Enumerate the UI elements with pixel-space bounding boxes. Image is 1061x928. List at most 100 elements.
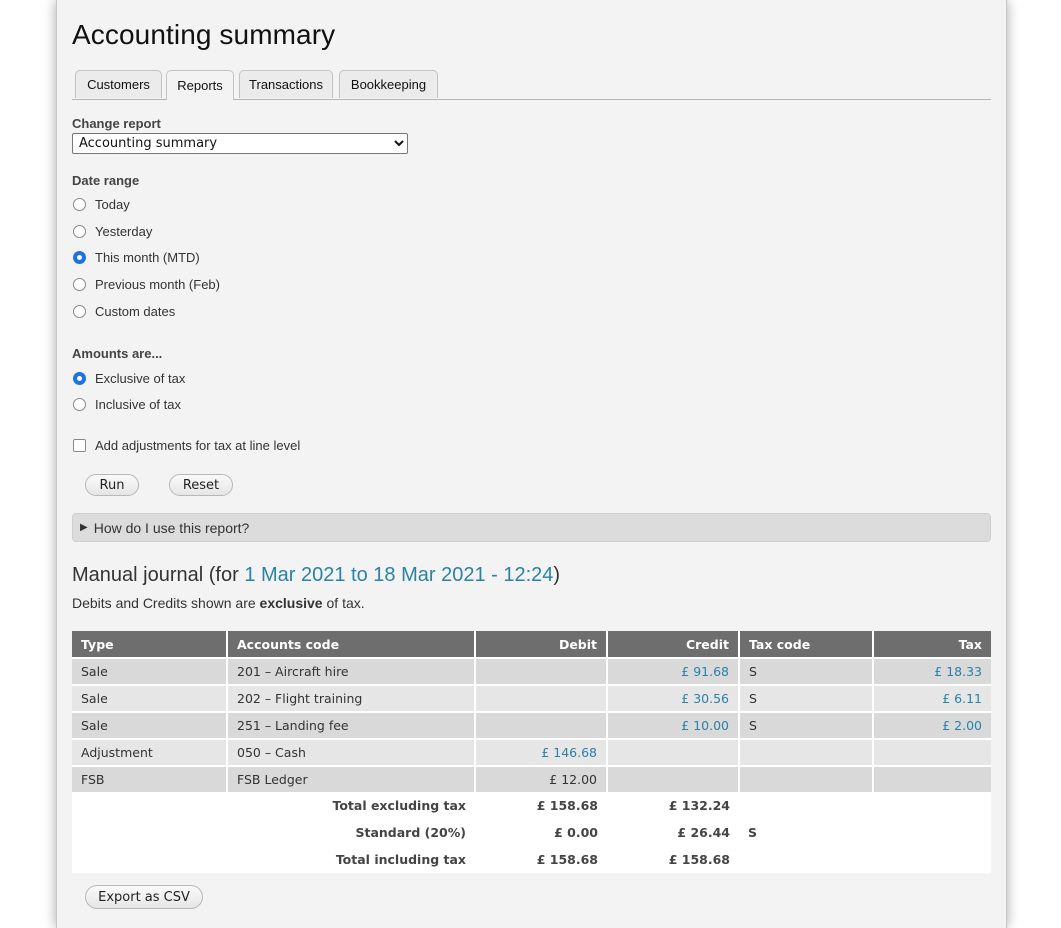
radio-custom-dates[interactable]: Custom dates [72, 304, 175, 319]
table-row: Adjustment 050 – Cash £ 146.68 [72, 738, 991, 766]
cell-tax: £ 6.11 [873, 684, 991, 712]
totals-credit: £ 132.24 [607, 792, 739, 819]
cell-tax: £ 2.00 [873, 711, 991, 739]
col-header-tax[interactable]: Tax [873, 631, 991, 658]
col-header-tax-code[interactable]: Tax code [739, 631, 874, 658]
cell-debit [475, 711, 608, 739]
totals-debit: £ 158.68 [475, 792, 607, 819]
radio-label: Custom dates [95, 304, 176, 319]
cell-debit [475, 684, 608, 712]
totals-debit: £ 0.00 [475, 819, 607, 846]
disclosure-triangle-icon: ▶ [80, 522, 88, 533]
cell-accounts-code: FSB Ledger [227, 765, 476, 792]
totals-spacer [873, 846, 991, 873]
tab-transactions[interactable]: Transactions [239, 70, 333, 98]
cell-debit: £ 146.68 [475, 738, 608, 766]
col-header-type[interactable]: Type [72, 631, 228, 658]
cell-type: Sale [72, 711, 228, 739]
cell-credit: £ 30.56 [607, 684, 740, 712]
col-header-credit[interactable]: Credit [607, 631, 740, 658]
cell-tax [873, 738, 991, 766]
adjustments-checkbox[interactable] [73, 439, 86, 452]
totals-spacer [72, 792, 227, 819]
radio-label: Yesterday [95, 224, 153, 239]
report-note: Debits and Credits shown are exclusive o… [72, 595, 365, 611]
col-header-debit[interactable]: Debit [475, 631, 608, 658]
radio-exclusive-tax[interactable]: Exclusive of tax [72, 371, 185, 386]
heading-prefix: Manual journal (for [72, 564, 245, 586]
amount-link[interactable]: £ 91.68 [681, 664, 729, 679]
adjustments-checkbox-row[interactable]: Add adjustments for tax at line level [72, 438, 300, 453]
totals-debit: £ 158.68 [475, 846, 607, 873]
note-prefix: Debits and Credits shown are [72, 595, 260, 611]
amount-link[interactable]: £ 146.68 [541, 745, 597, 760]
radio-label: This month (MTD) [95, 250, 200, 265]
cell-tax-code: S [739, 684, 874, 712]
table-row: FSB FSB Ledger £ 12.00 [72, 765, 991, 792]
page-title: Accounting summary [72, 19, 336, 50]
amount-link[interactable]: £ 10.00 [681, 718, 729, 733]
tab-customers[interactable]: Customers [75, 70, 162, 98]
totals-row: Total including tax £ 158.68 £ 158.68 [72, 846, 991, 873]
report-select[interactable]: Accounting summary [72, 133, 408, 154]
radio-label: Previous month (Feb) [95, 277, 220, 292]
help-disclosure[interactable]: ▶ How do I use this report? [72, 513, 991, 542]
totals-credit: £ 158.68 [607, 846, 739, 873]
cell-credit [607, 738, 740, 766]
radio-inclusive-tax[interactable]: Inclusive of tax [72, 397, 181, 412]
page-panel: Accounting summary Customers Reports Tra… [56, 0, 1007, 928]
reset-button[interactable]: Reset [169, 474, 233, 496]
totals-row: Total excluding tax £ 158.68 £ 132.24 [72, 792, 991, 819]
date-range-label: Date range [72, 173, 140, 188]
radio-button[interactable] [73, 198, 86, 211]
totals-label: Total excluding tax [227, 792, 475, 819]
cell-credit [607, 765, 740, 792]
cell-type: Sale [72, 684, 228, 712]
radio-button-checked[interactable] [73, 372, 86, 385]
radio-button[interactable] [73, 305, 86, 318]
cell-tax-code [739, 738, 874, 766]
cell-tax [873, 765, 991, 792]
cell-tax-code: S [739, 711, 874, 739]
totals-label: Total including tax [227, 846, 475, 873]
amount-link[interactable]: £ 2.00 [942, 718, 982, 733]
radio-label: Exclusive of tax [95, 371, 186, 386]
cell-credit: £ 91.68 [607, 657, 740, 685]
cell-accounts-code: 050 – Cash [227, 738, 476, 766]
radio-today[interactable]: Today [72, 197, 130, 212]
amounts-label: Amounts are... [72, 346, 163, 361]
heading-suffix: ) [553, 564, 561, 586]
report-date-range: 1 Mar 2021 to 18 Mar 2021 - 12:24 [244, 564, 554, 586]
totals-spacer [72, 846, 227, 873]
totals-credit: £ 26.44 [607, 819, 739, 846]
col-header-accounts-code[interactable]: Accounts code [227, 631, 476, 658]
radio-this-month[interactable]: This month (MTD) [72, 250, 200, 265]
run-button[interactable]: Run [85, 474, 139, 496]
table-row: Sale 202 – Flight training £ 30.56 S £ 6.11 [72, 684, 991, 712]
totals-spacer [873, 819, 991, 846]
cell-type: Sale [72, 657, 228, 685]
cell-debit [475, 657, 608, 685]
cell-tax-code: S [739, 657, 874, 685]
tab-bar: Customers Reports Transactions Bookkeepi… [72, 70, 991, 100]
tab-reports[interactable]: Reports [166, 70, 234, 100]
radio-yesterday[interactable]: Yesterday [72, 224, 152, 239]
radio-button-checked[interactable] [73, 251, 86, 264]
radio-button[interactable] [73, 398, 86, 411]
radio-button[interactable] [73, 225, 86, 238]
amount-link[interactable]: £ 6.11 [942, 691, 982, 706]
radio-previous-month[interactable]: Previous month (Feb) [72, 277, 220, 292]
totals-tax-code [739, 846, 873, 873]
totals-row: Standard (20%) £ 0.00 £ 26.44 S [72, 819, 991, 846]
radio-button[interactable] [73, 278, 86, 291]
totals-spacer [873, 792, 991, 819]
export-csv-button[interactable]: Export as CSV [85, 885, 203, 909]
note-suffix: of tax. [322, 595, 365, 611]
cell-debit: £ 12.00 [475, 765, 608, 792]
totals-tax-code [739, 792, 873, 819]
cell-type: FSB [72, 765, 228, 792]
amount-link[interactable]: £ 18.33 [934, 664, 982, 679]
cell-tax-code [739, 765, 874, 792]
tab-bookkeeping[interactable]: Bookkeeping [339, 70, 438, 98]
amount-link[interactable]: £ 30.56 [681, 691, 729, 706]
